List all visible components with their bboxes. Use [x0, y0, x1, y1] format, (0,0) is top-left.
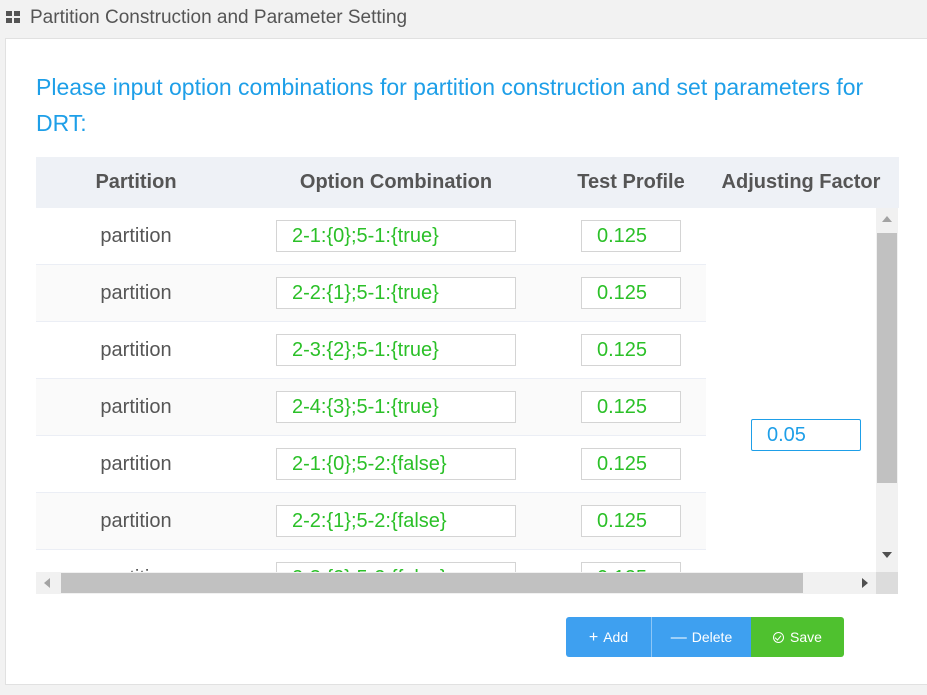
scrollbar-corner — [876, 572, 898, 594]
test-profile-input[interactable]: 0.125 — [581, 391, 681, 423]
test-profile-input[interactable]: 0.125 — [581, 505, 681, 537]
vertical-scroll-thumb[interactable] — [877, 233, 897, 483]
partition-cell: partition — [36, 550, 236, 572]
minus-icon: — — [670, 629, 687, 646]
partition-cell: partition — [100, 339, 172, 361]
option-combination-input[interactable]: 2-4:{3};5-1:{true} — [276, 391, 516, 423]
test-profile-input[interactable]: 0.125 — [581, 448, 681, 480]
column-header-partition: Partition — [95, 171, 177, 193]
partition-cell: partition — [100, 396, 172, 418]
option-combination-input[interactable]: 2-2:{1};5-1:{true} — [276, 277, 516, 309]
instruction-text: Please input option combinations for par… — [36, 74, 864, 136]
test-profile-input[interactable]: 0.125 — [581, 220, 681, 252]
adjusting-factor-input[interactable]: 0.05 — [751, 419, 861, 451]
delete-button[interactable]: — Delete — [651, 617, 751, 657]
table-row: partition 2-1:{0};5-1:{true} 0.125 — [36, 208, 706, 265]
add-button-label: Add — [603, 629, 629, 645]
column-header-adjusting-factor: Adjusting Factor — [721, 171, 881, 193]
add-button[interactable]: + Add — [566, 617, 651, 657]
save-button[interactable]: Save — [751, 617, 844, 657]
partition-table: Partition Option Combination Test Profil… — [36, 157, 899, 596]
partition-cell: partition — [100, 225, 172, 247]
table-body: partition 2-1:{0};5-1:{true} 0.125 parti… — [36, 208, 706, 572]
scroll-down-icon[interactable] — [882, 552, 892, 558]
table-header: Partition Option Combination Test Profil… — [36, 157, 899, 208]
grid-icon — [6, 11, 21, 24]
horizontal-scrollbar[interactable] — [36, 572, 876, 594]
table-row: partition 2-3:{2};5-2:{false} 0.125 — [36, 550, 706, 572]
option-combination-input[interactable]: 2-3:{2};5-1:{true} — [276, 334, 516, 366]
window-title-bar: Partition Construction and Parameter Set… — [0, 0, 927, 36]
scroll-up-icon[interactable] — [882, 216, 892, 222]
column-header-option-combination: Option Combination — [299, 171, 493, 193]
scroll-right-icon[interactable] — [862, 578, 868, 588]
test-profile-input[interactable]: 0.125 — [581, 562, 681, 572]
partition-cell: partition — [100, 453, 172, 475]
test-profile-input[interactable]: 0.125 — [581, 277, 681, 309]
delete-button-label: Delete — [691, 629, 733, 645]
table-row: partition 2-2:{1};5-1:{true} 0.125 — [36, 265, 706, 322]
adjusting-factor-cell: 0.05 — [706, 208, 876, 572]
table-row: partition 2-4:{3};5-1:{true} 0.125 — [36, 379, 706, 436]
plus-icon: + — [588, 629, 599, 646]
scroll-left-icon[interactable] — [44, 578, 50, 588]
option-combination-input[interactable]: 2-1:{0};5-2:{false} — [276, 448, 516, 480]
test-profile-input[interactable]: 0.125 — [581, 334, 681, 366]
option-combination-input[interactable]: 2-3:{2};5-2:{false} — [276, 562, 516, 572]
vertical-scrollbar[interactable] — [876, 208, 898, 572]
partition-cell: partition — [100, 510, 172, 532]
column-header-test-profile: Test Profile — [577, 171, 685, 193]
option-combination-input[interactable]: 2-2:{1};5-2:{false} — [276, 505, 516, 537]
table-row: partition 2-2:{1};5-2:{false} 0.125 — [36, 493, 706, 550]
option-combination-input[interactable]: 2-1:{0};5-1:{true} — [276, 220, 516, 252]
horizontal-scroll-thumb[interactable] — [61, 573, 803, 593]
table-row: partition 2-3:{2};5-1:{true} 0.125 — [36, 322, 706, 379]
partition-cell: partition — [100, 282, 172, 304]
main-panel: Please input option combinations for par… — [5, 38, 927, 685]
window-title: Partition Construction and Parameter Set… — [30, 7, 408, 28]
save-button-label: Save — [790, 629, 822, 645]
table-row: partition 2-1:{0};5-2:{false} 0.125 — [36, 436, 706, 493]
check-circle-icon — [773, 632, 785, 643]
